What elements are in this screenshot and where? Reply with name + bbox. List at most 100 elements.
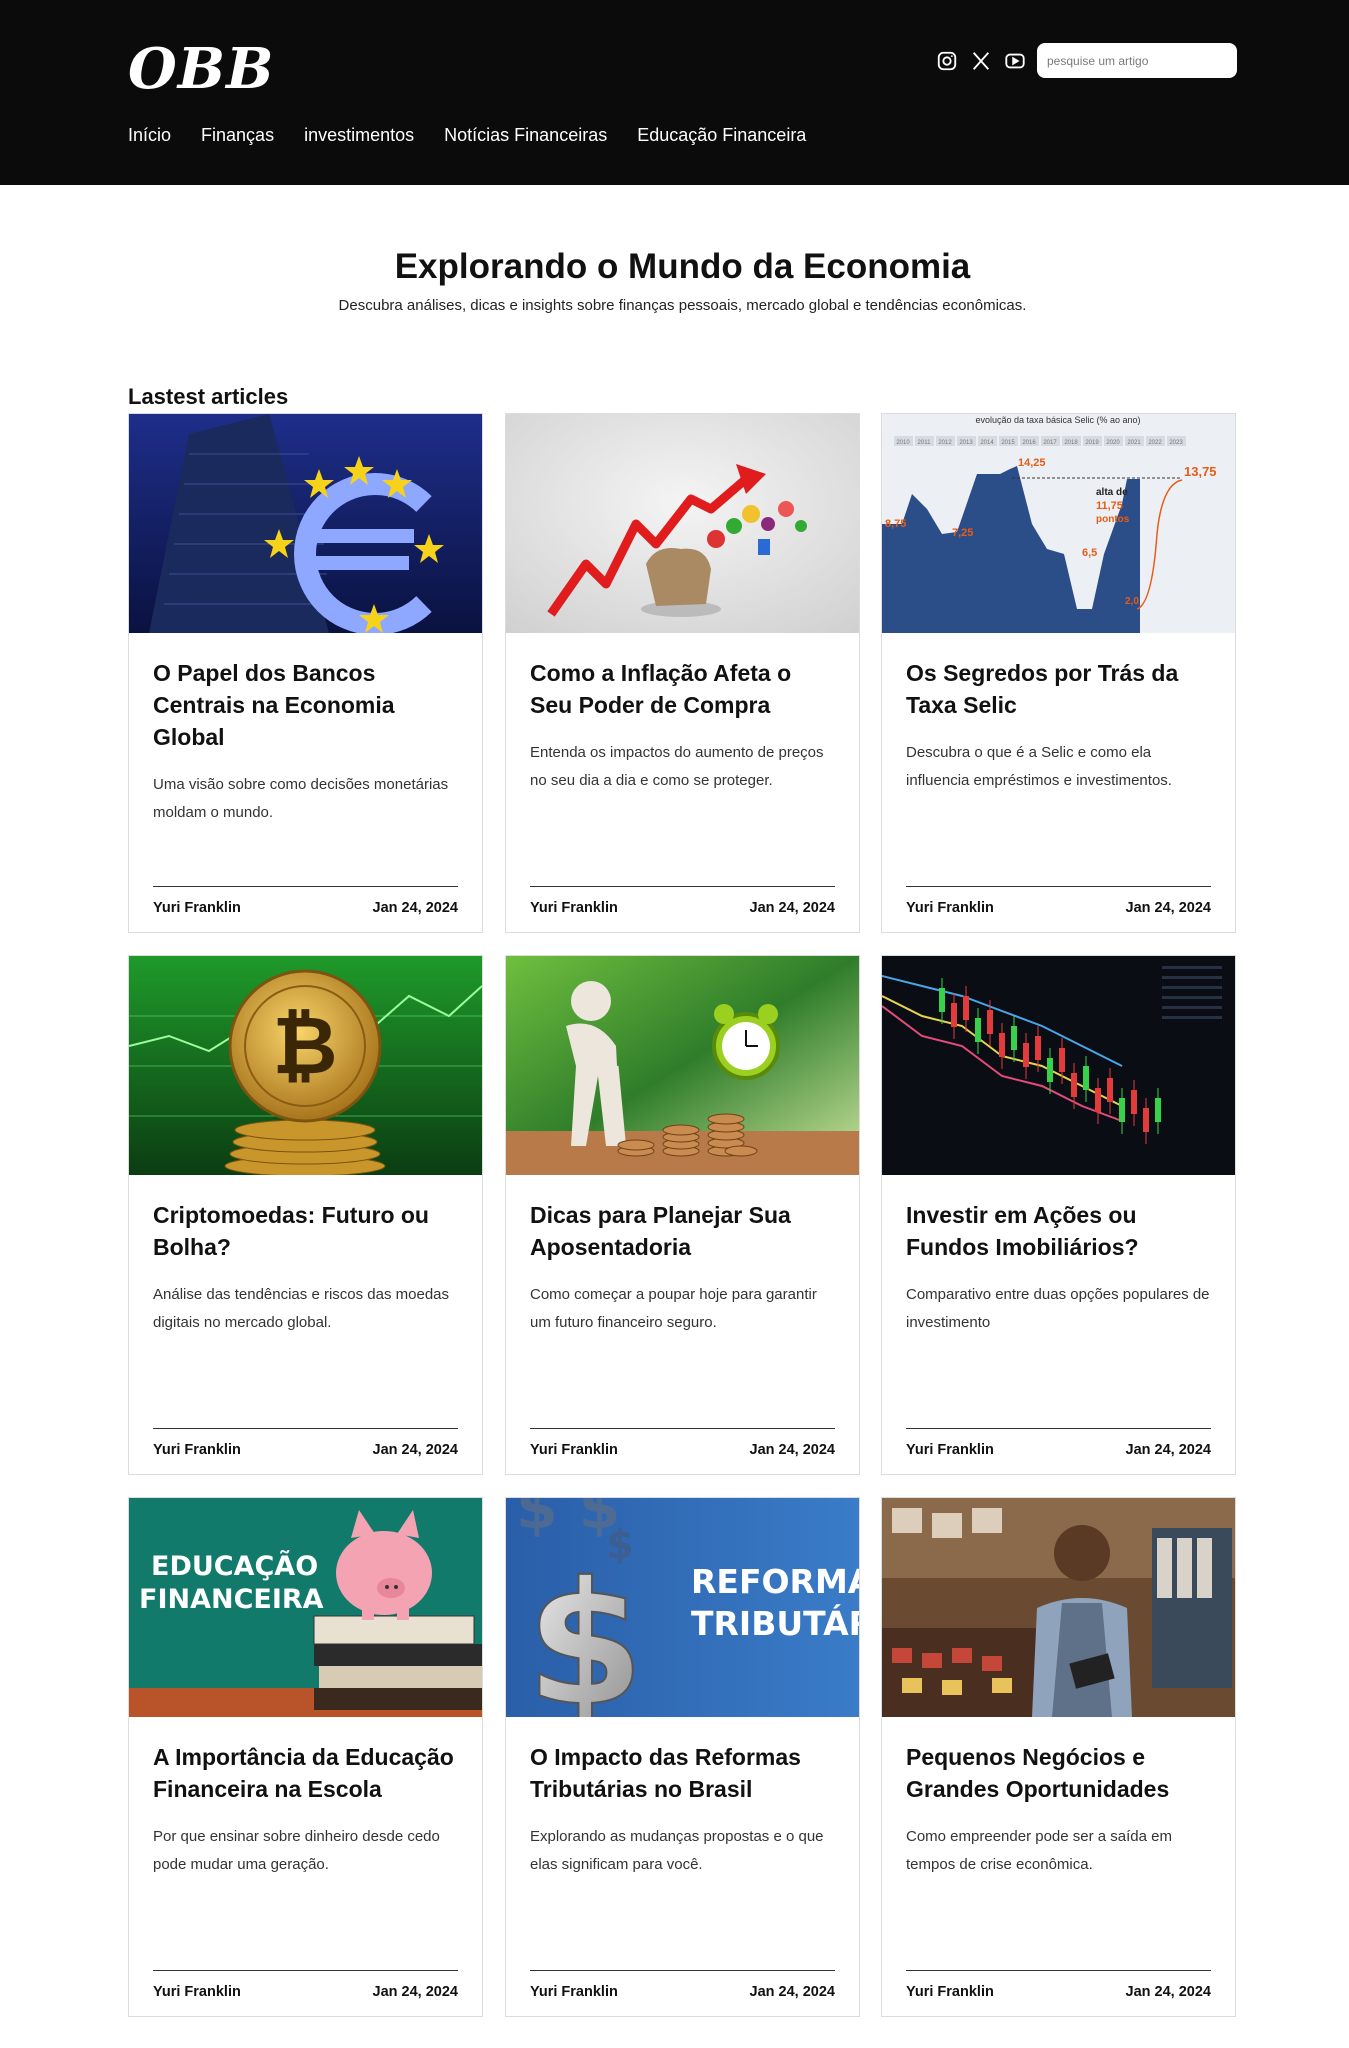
card-divider <box>530 886 835 887</box>
svg-text:14,25: 14,25 <box>1018 457 1046 469</box>
article-title[interactable]: Como a Inflação Afeta o Seu Poder de Com… <box>530 657 835 721</box>
article-title[interactable]: Os Segredos por Trás da Taxa Selic <box>906 657 1211 721</box>
selic-year-label: 2013 <box>959 440 973 446</box>
article-date: Jan 24, 2024 <box>749 1984 835 2000</box>
article-title[interactable]: Dicas para Planejar Sua Aposentadoria <box>530 1199 835 1263</box>
page-subtitle: Descubra análises, dicas e insights sobr… <box>338 297 1027 314</box>
article-description: Explorando as mudanças propostas e o que… <box>530 1828 824 1873</box>
article-image-stock-chart[interactable] <box>882 956 1235 1175</box>
selic-year-label: 2022 <box>1148 440 1162 446</box>
candle-body <box>1131 1090 1137 1114</box>
selic-year-label: 2019 <box>1085 440 1099 446</box>
article-card[interactable]: EDUCAÇÃO FINANCEIRA A Importância da Edu… <box>128 1497 483 2017</box>
svg-text:pontos: pontos <box>1096 514 1130 525</box>
site-logo[interactable]: OBB <box>128 36 274 102</box>
article-author: Yuri Franklin <box>530 1984 618 2000</box>
article-title[interactable]: Pequenos Negócios e Grandes Oportunidade… <box>906 1741 1211 1805</box>
youtube-icon[interactable] <box>1002 48 1028 74</box>
svg-text:2,0: 2,0 <box>1125 596 1139 607</box>
article-card[interactable]: Investir em Ações ou Fundos Imobiliários… <box>881 955 1236 1475</box>
article-date: Jan 24, 2024 <box>749 900 835 916</box>
article-card[interactable]: Como a Inflação Afeta o Seu Poder de Com… <box>505 413 860 933</box>
article-description: Uma visão sobre como decisões monetárias… <box>153 776 449 821</box>
candle-body <box>1143 1108 1149 1132</box>
page-title: Explorando o Mundo da Economia <box>394 247 971 286</box>
nav-inicio[interactable]: Início <box>128 125 171 146</box>
selic-year-label: 2014 <box>980 440 994 446</box>
edu-image-text-1: EDUCAÇÃO <box>151 1550 318 1582</box>
selic-year-label: 2015 <box>1001 440 1015 446</box>
article-image-inflation[interactable] <box>506 414 859 633</box>
article-description: Por que ensinar sobre dinheiro desde ced… <box>153 1828 440 1873</box>
article-author: Yuri Franklin <box>153 1984 241 2000</box>
article-image-central-bank[interactable] <box>129 414 482 633</box>
article-title[interactable]: O Papel dos Bancos Centrais na Economia … <box>153 657 458 753</box>
svg-text:13,75: 13,75 <box>1184 464 1217 479</box>
article-title[interactable]: A Importância da Educação Financeira na … <box>153 1741 458 1805</box>
svg-text:$: $ <box>526 1546 644 1717</box>
selic-chart-title: evolução da taxa básica Selic (% ao ano) <box>975 415 1140 425</box>
article-date: Jan 24, 2024 <box>372 1442 458 1458</box>
candle-body <box>1011 1026 1017 1050</box>
nav-investimentos[interactable]: investimentos <box>304 125 414 146</box>
article-image-financial-education[interactable]: EDUCAÇÃO FINANCEIRA <box>129 1498 482 1717</box>
article-author: Yuri Franklin <box>153 1442 241 1458</box>
instagram-icon[interactable] <box>934 48 960 74</box>
selic-year-label: 2012 <box>938 440 952 446</box>
article-image-tax-reform[interactable]: $ $ $ $ REFORMA TRIBUTÁRI <box>506 1498 859 1717</box>
article-description: Como começar a poupar hoje para garantir… <box>530 1286 817 1331</box>
selic-year-label: 2010 <box>896 440 910 446</box>
article-date: Jan 24, 2024 <box>372 900 458 916</box>
article-card[interactable]: ₿ Criptomoedas: Futuro ou Bolha? Análise… <box>128 955 483 1475</box>
candle-body <box>1059 1048 1065 1072</box>
nav-financas[interactable]: Finanças <box>201 125 274 146</box>
article-description: Análise das tendências e riscos das moed… <box>153 1286 450 1331</box>
candle-body <box>1035 1036 1041 1060</box>
edu-image-text-2: FINANCEIRA <box>139 1584 324 1615</box>
article-author: Yuri Franklin <box>906 900 994 916</box>
card-divider <box>153 1428 458 1429</box>
card-divider <box>530 1428 835 1429</box>
card-divider <box>906 1428 1211 1429</box>
svg-text:alta de: alta de <box>1096 487 1128 498</box>
article-author: Yuri Franklin <box>153 900 241 916</box>
candle-body <box>1095 1088 1101 1112</box>
main-nav: Início Finanças investimentos Notícias F… <box>128 125 806 146</box>
article-date: Jan 24, 2024 <box>1125 1984 1211 2000</box>
card-divider <box>906 1970 1211 1971</box>
x-icon[interactable] <box>968 48 994 74</box>
article-card[interactable]: Dicas para Planejar Sua Aposentadoria Co… <box>505 955 860 1475</box>
article-image-small-business[interactable] <box>882 1498 1235 1717</box>
card-divider <box>906 886 1211 887</box>
article-image-retirement[interactable] <box>506 956 859 1175</box>
article-card[interactable]: $ $ $ $ REFORMA TRIBUTÁRI O Impacto das … <box>505 1497 860 2017</box>
selic-year-label: 2017 <box>1043 440 1057 446</box>
article-title[interactable]: Criptomoedas: Futuro ou Bolha? <box>153 1199 458 1263</box>
article-card[interactable]: Pequenos Negócios e Grandes Oportunidade… <box>881 1497 1236 2017</box>
article-author: Yuri Franklin <box>906 1442 994 1458</box>
candle-body <box>1083 1066 1089 1090</box>
nav-educacao-financeira[interactable]: Educação Financeira <box>637 125 806 146</box>
article-image-bitcoin[interactable]: ₿ <box>129 956 482 1175</box>
svg-text:11,75: 11,75 <box>1096 500 1123 512</box>
selic-year-label: 2023 <box>1169 440 1183 446</box>
article-author: Yuri Franklin <box>906 1984 994 2000</box>
svg-text:8,75: 8,75 <box>885 518 906 530</box>
article-title[interactable]: O Impacto das Reformas Tributárias no Br… <box>530 1741 835 1805</box>
article-title[interactable]: Investir em Ações ou Fundos Imobiliários… <box>906 1199 1211 1263</box>
candle-body <box>1107 1078 1113 1102</box>
search-input[interactable] <box>1037 43 1237 78</box>
article-image-selic-chart[interactable]: evolução da taxa básica Selic (% ao ano)… <box>882 414 1235 633</box>
article-description: Como empreender pode ser a saída em temp… <box>906 1828 1172 1873</box>
candle-body <box>999 1033 1005 1057</box>
nav-noticias-financeiras[interactable]: Notícias Financeiras <box>444 125 607 146</box>
svg-text:6,5: 6,5 <box>1082 547 1097 559</box>
selic-year-label: 2018 <box>1064 440 1078 446</box>
article-card[interactable]: O Papel dos Bancos Centrais na Economia … <box>128 413 483 933</box>
card-divider <box>153 886 458 887</box>
article-description: Descubra o que é a Selic e como ela infl… <box>906 744 1172 789</box>
article-card[interactable]: evolução da taxa básica Selic (% ao ano)… <box>881 413 1236 933</box>
candle-body <box>1155 1098 1161 1122</box>
section-title: Lastest articles <box>128 384 289 409</box>
reforma-image-text-1: REFORMA <box>691 1562 859 1601</box>
